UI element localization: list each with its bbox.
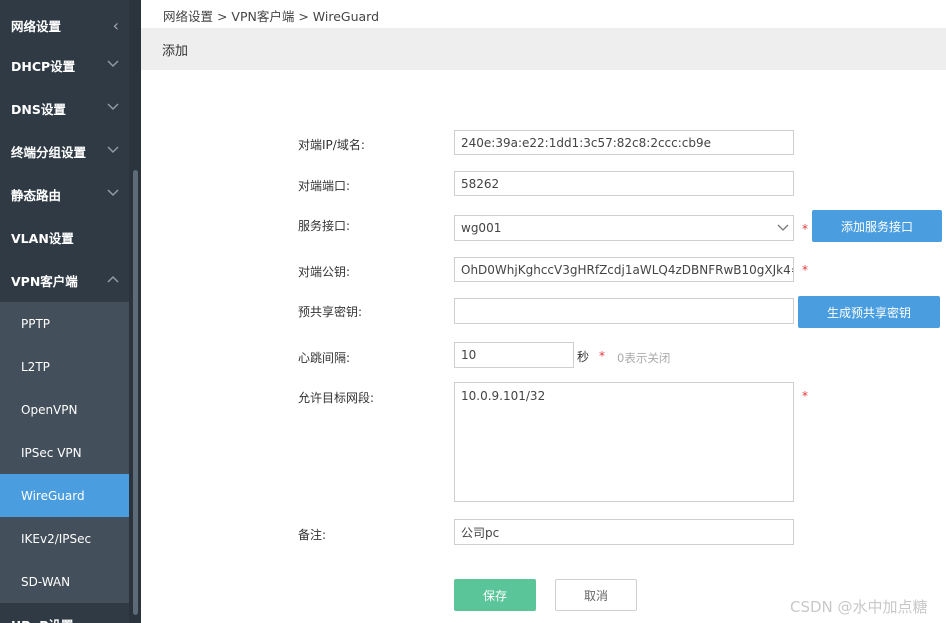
allowed-ips-textarea[interactable]: 10.0.9.101/32 (454, 382, 794, 502)
sidebar-item-label: VLAN设置 (11, 231, 74, 246)
breadcrumb: 网络设置 > VPN客户端 > WireGuard (163, 9, 380, 24)
sidebar-item-wireguard[interactable]: WireGuard (0, 474, 129, 517)
heartbeat-input[interactable]: 10 (454, 342, 574, 368)
peer-public-key-label: 对端公钥: (298, 265, 351, 279)
chevron-down-icon (107, 146, 119, 154)
sidebar-item-label: 网络设置 (11, 19, 62, 34)
required-marker: * (802, 389, 808, 403)
peer-port-label: 对端端口: (298, 179, 351, 193)
sidebar-item-label: DHCP设置 (11, 59, 76, 74)
heartbeat-hint: 0表示关闭 (617, 351, 671, 365)
sidebar-item-label: DNS设置 (11, 102, 66, 117)
save-button[interactable]: 保存 (454, 579, 536, 611)
sidebar-item-label: SD-WAN (21, 574, 71, 589)
chevron-down-icon (107, 189, 119, 197)
sidebar-item-label: PPTP (21, 316, 51, 331)
sidebar-item-network-settings[interactable]: 网络设置 ‹ (0, 4, 129, 47)
watermark: CSDN @水中加点糖 (790, 598, 928, 616)
main-content: 网络设置 > VPN客户端 > WireGuard 添加 对端IP/域名: 24… (141, 0, 946, 623)
heartbeat-label: 心跳间隔: (298, 351, 351, 365)
section-header: 添加 (141, 28, 946, 70)
peer-public-key-input[interactable]: OhD0WhjKghccV3gHRfZcdj1aWLQ4zDBNFRwB10gX… (454, 257, 794, 282)
sidebar-item-static-route[interactable]: 静态路由 (0, 173, 129, 216)
sidebar-item-label: UPnP设置 (11, 615, 73, 623)
sidebar-item-dhcp[interactable]: DHCP设置 (0, 44, 129, 87)
chevron-down-icon (107, 103, 119, 111)
chevron-up-icon (107, 275, 119, 283)
sidebar-item-label: OpenVPN (21, 402, 78, 417)
service-interface-value: wg001 (461, 221, 502, 235)
generate-preshared-key-button[interactable]: 生成预共享密钥 (798, 296, 940, 328)
sidebar-scrollbar-thumb[interactable] (133, 170, 138, 615)
service-interface-label: 服务接口: (298, 219, 351, 233)
page-title: 添加 (162, 43, 189, 59)
sidebar-item-label: VPN客户端 (11, 274, 78, 289)
sidebar-item-label: L2TP (21, 359, 50, 374)
required-marker: * (802, 222, 808, 236)
remark-input[interactable]: 公司pc (454, 519, 794, 545)
sidebar-item-pptp[interactable]: PPTP (0, 302, 129, 345)
sidebar-item-label: WireGuard (21, 488, 85, 503)
sidebar-item-sd-wan[interactable]: SD-WAN (0, 560, 129, 603)
peer-address-input[interactable]: 240e:39a:e22:1dd1:3c57:82c8:2ccc:cb9e (454, 130, 794, 155)
sidebar-item-terminal-group[interactable]: 终端分组设置 (0, 130, 129, 173)
sidebar-item-openvpn[interactable]: OpenVPN (0, 388, 129, 431)
sidebar-item-upnp[interactable]: UPnP设置 (0, 603, 129, 623)
sidebar-item-vpn-client[interactable]: VPN客户端 (0, 259, 129, 302)
chevron-down-icon (777, 224, 789, 231)
heartbeat-unit: 秒 (577, 350, 590, 364)
sidebar-item-label: IPSec VPN (21, 445, 82, 460)
sidebar-item-label: 终端分组设置 (11, 145, 87, 160)
preshared-key-label: 预共享密钥: (298, 305, 363, 319)
sidebar-item-dns[interactable]: DNS设置 (0, 87, 129, 130)
required-marker: * (599, 349, 605, 363)
sidebar-item-ipsec-vpn[interactable]: IPSec VPN (0, 431, 129, 474)
preshared-key-input[interactable] (454, 298, 794, 324)
peer-address-label: 对端IP/域名: (298, 138, 365, 152)
sidebar-item-vlan[interactable]: VLAN设置 (0, 216, 129, 259)
sidebar-item-ikev2-ipsec[interactable]: IKEv2/IPSec (0, 517, 129, 560)
required-marker: * (802, 263, 808, 277)
allowed-ips-label: 允许目标网段: (298, 391, 375, 405)
add-service-interface-button[interactable]: 添加服务接口 (812, 210, 942, 242)
service-interface-select[interactable]: wg001 (454, 215, 794, 241)
cancel-button[interactable]: 取消 (555, 579, 637, 611)
remark-label: 备注: (298, 528, 327, 542)
sidebar-item-label: IKEv2/IPSec (21, 531, 92, 546)
peer-port-input[interactable]: 58262 (454, 171, 794, 196)
chevron-down-icon (107, 60, 119, 68)
sidebar-item-l2tp[interactable]: L2TP (0, 345, 129, 388)
sidebar: 网络设置 ‹ DHCP设置 DNS设置 终端分组设置 静态路由 VLAN设置 V… (0, 0, 141, 623)
sidebar-item-label: 静态路由 (11, 188, 62, 203)
chevron-left-icon: ‹ (112, 16, 119, 35)
